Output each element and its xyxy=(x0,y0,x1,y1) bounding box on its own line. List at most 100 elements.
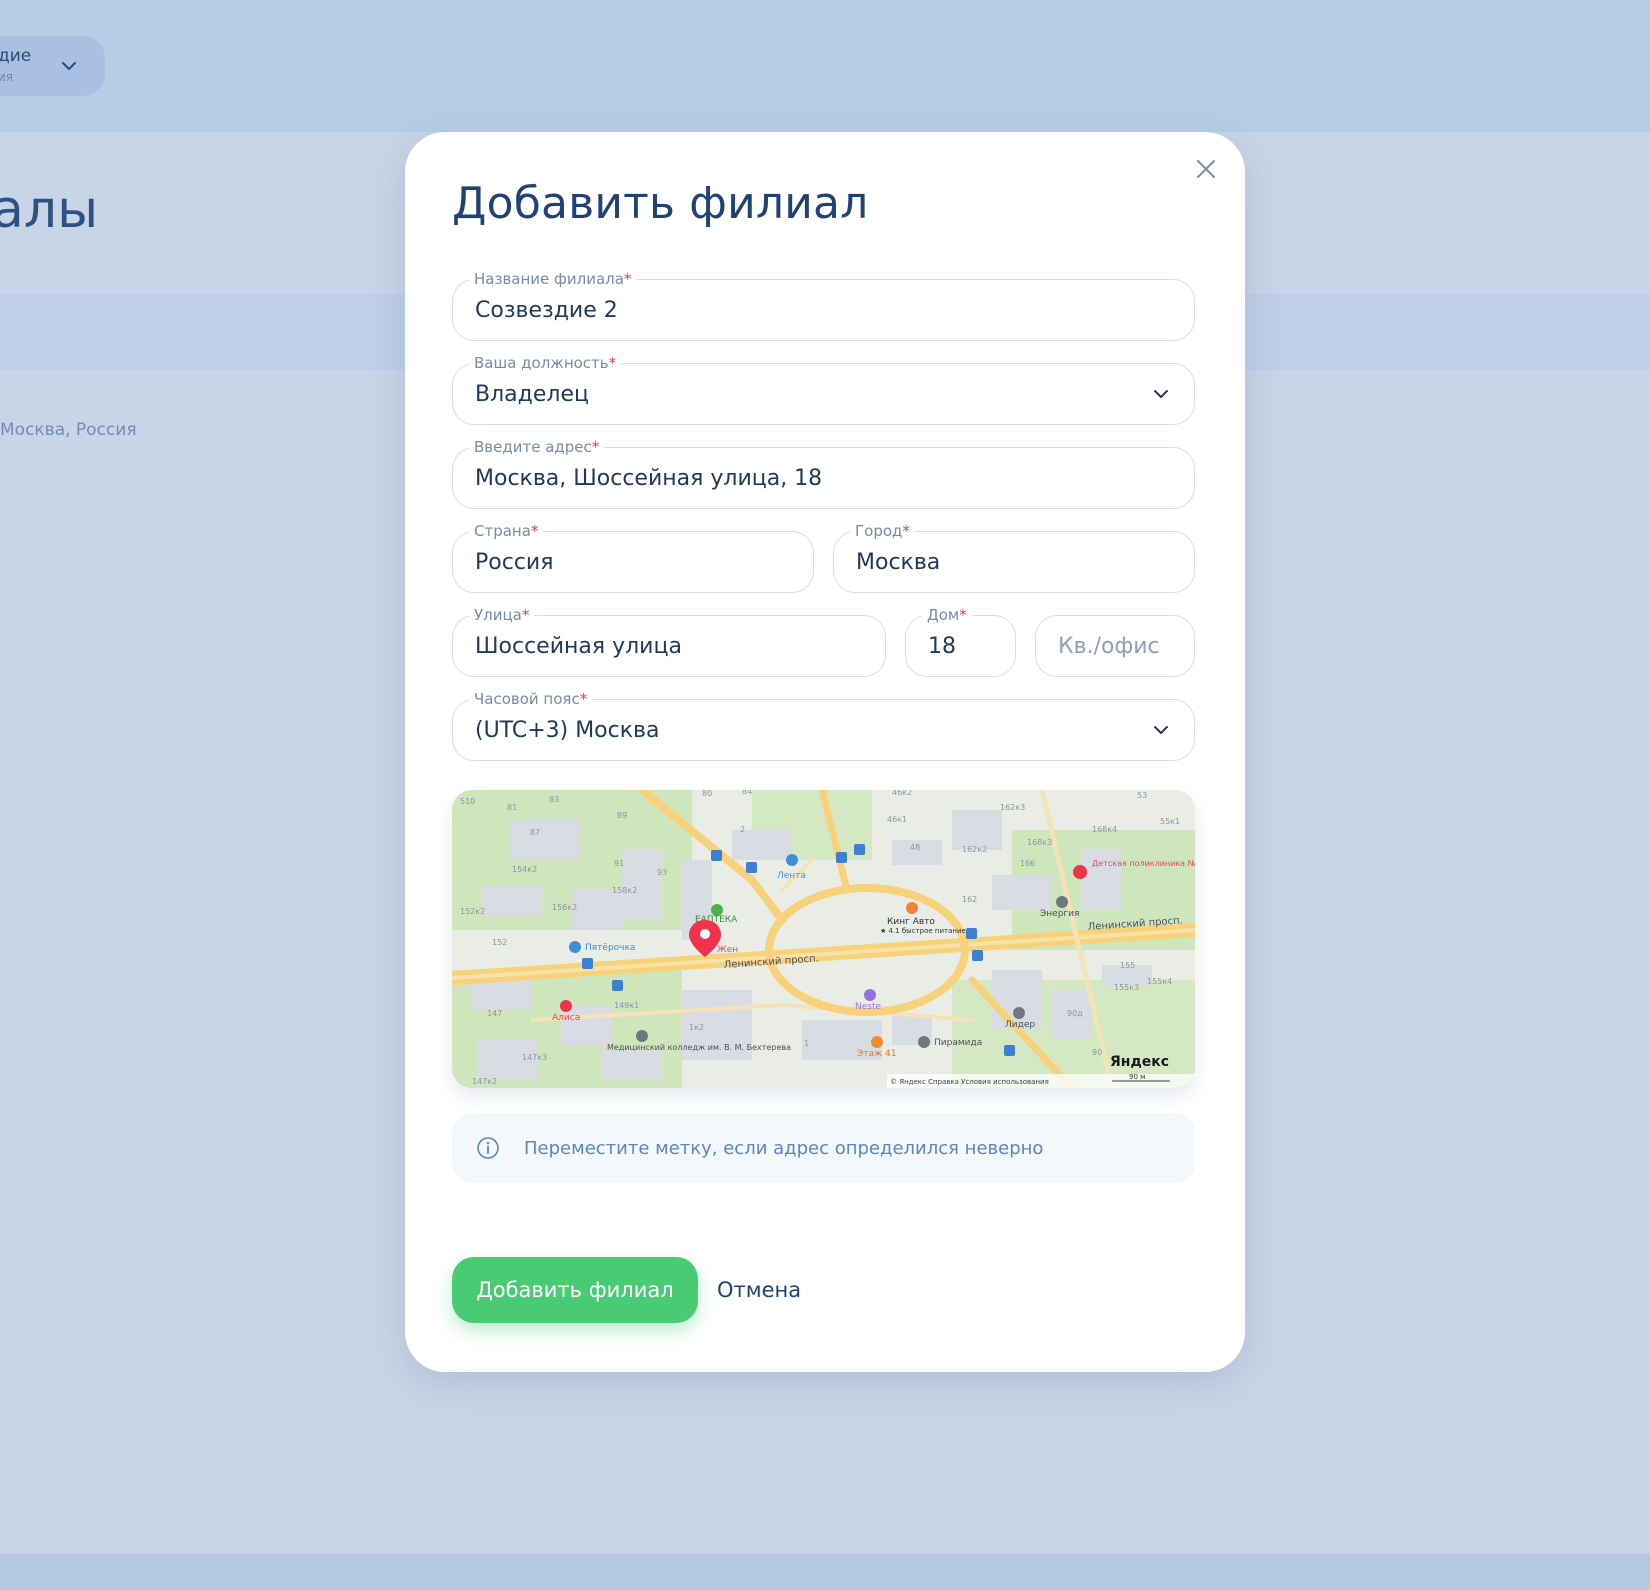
shop-icon[interactable] xyxy=(1013,1007,1025,1019)
timezone-value: (UTC+3) Москва xyxy=(475,717,660,743)
branch-name-field[interactable]: Название филиала* Созвездие 2 xyxy=(452,270,1195,341)
poi-label: Лидер xyxy=(1005,1020,1035,1030)
map-scale: 90 м xyxy=(1129,1073,1145,1081)
chevron-down-icon xyxy=(62,62,76,70)
map-footer: © Яндекс Справка Условия использования xyxy=(890,1078,1049,1086)
shop-icon[interactable] xyxy=(918,1036,930,1048)
position-value: Владелец xyxy=(475,381,589,407)
svg-text:80: 80 xyxy=(702,790,712,798)
svg-text:156к2: 156к2 xyxy=(552,903,577,912)
svg-text:147к3: 147к3 xyxy=(522,1053,547,1062)
store-icon[interactable] xyxy=(786,854,798,866)
cancel-button[interactable]: Отмена xyxy=(717,1257,801,1323)
add-branch-button[interactable]: Добавить филиал xyxy=(452,1257,698,1323)
location-map[interactable]: 510 81 83 80 84 46к2 162к3 53 87 89 55к1 46к1 16… xyxy=(452,790,1195,1088)
svg-text:147: 147 xyxy=(487,1009,502,1018)
poi-label: Лента xyxy=(777,871,806,881)
svg-text:168к4: 168к4 xyxy=(1092,825,1117,834)
svg-text:84: 84 xyxy=(742,790,752,796)
house-field[interactable]: Дом* 18 xyxy=(905,606,1016,677)
svg-text:1: 1 xyxy=(804,1039,809,1048)
branch-location: Москва, Россия xyxy=(0,420,137,440)
svg-text:46к1: 46к1 xyxy=(887,815,907,824)
page-title: алы xyxy=(0,180,99,240)
svg-text:53: 53 xyxy=(1137,791,1147,800)
info-icon xyxy=(477,1137,499,1159)
svg-text:87: 87 xyxy=(530,828,540,837)
modal-title: Добавить филиал xyxy=(452,178,869,229)
svg-text:155: 155 xyxy=(1120,961,1135,970)
house-value: 18 xyxy=(928,633,956,659)
apartment-placeholder: Кв./офис xyxy=(1058,633,1160,659)
cafe-icon[interactable] xyxy=(871,1036,883,1048)
svg-text:147к2: 147к2 xyxy=(472,1077,497,1086)
poi-label: Пятёрочка xyxy=(585,943,635,953)
svg-text:166: 166 xyxy=(1020,859,1035,868)
branch-name-value: Созвездие 2 xyxy=(475,297,618,323)
close-icon[interactable] xyxy=(1193,156,1219,182)
map-brand: Яндекс xyxy=(1110,1054,1169,1070)
svg-text:2: 2 xyxy=(740,825,745,834)
svg-text:155к3: 155к3 xyxy=(1114,983,1139,992)
country-field[interactable]: Страна* Россия xyxy=(452,522,814,593)
svg-text:152: 152 xyxy=(492,938,507,947)
organization-subtitle: ия xyxy=(0,70,14,84)
svg-text:162к3: 162к3 xyxy=(1000,803,1025,812)
svg-text:93: 93 xyxy=(657,868,667,877)
svg-text:48: 48 xyxy=(910,843,920,852)
city-field[interactable]: Город* Москва xyxy=(833,522,1195,593)
required-mark: * xyxy=(608,354,617,372)
beauty-icon[interactable] xyxy=(560,1000,572,1012)
fuel-icon[interactable] xyxy=(864,989,876,1001)
chevron-down-icon[interactable] xyxy=(1152,721,1170,739)
organization-switcher[interactable]: дие ия xyxy=(0,36,105,96)
svg-text:1к2: 1к2 xyxy=(689,1023,704,1032)
street-value: Шоссейная улица xyxy=(475,633,682,659)
map-hint: Переместите метку, если адрес определилс… xyxy=(452,1113,1195,1183)
svg-text:90д: 90д xyxy=(1067,1009,1083,1018)
position-select[interactable]: Ваша должность* Владелец xyxy=(452,354,1195,425)
poi-label: Медицинский колледж им. В. М. Бехтерева xyxy=(607,1043,791,1052)
svg-text:510: 510 xyxy=(460,797,475,806)
poi-label: Энергия xyxy=(1040,909,1079,919)
top-bar xyxy=(0,0,1650,132)
svg-text:152к2: 152к2 xyxy=(460,907,485,916)
poi-label: Этаж 41 xyxy=(857,1049,896,1059)
required-mark: * xyxy=(959,606,967,624)
svg-text:155к4: 155к4 xyxy=(1147,977,1172,986)
svg-text:162: 162 xyxy=(962,895,977,904)
shop-icon[interactable] xyxy=(1056,896,1068,908)
svg-text:154к2: 154к2 xyxy=(512,865,537,874)
svg-text:90: 90 xyxy=(1092,1048,1102,1057)
poi-label: Детская поликлиника № 35 xyxy=(1092,859,1195,868)
svg-text:55к1: 55к1 xyxy=(1160,817,1180,826)
svg-text:149к1: 149к1 xyxy=(614,1001,639,1010)
timezone-select[interactable]: Часовой пояс* (UTC+3) Москва xyxy=(452,690,1195,761)
hospital-icon[interactable] xyxy=(1073,865,1087,879)
svg-text:91: 91 xyxy=(614,859,624,868)
bottom-strip xyxy=(0,1554,1650,1590)
poi-sublabel: ★ 4.1 быстрое питание xyxy=(880,927,966,935)
address-value: Москва, Шоссейная улица, 18 xyxy=(475,465,823,491)
apartment-field[interactable]: Кв./офис xyxy=(1035,615,1195,677)
poi-label: Алиса xyxy=(552,1013,580,1023)
svg-text:83: 83 xyxy=(549,795,559,804)
svg-text:168к3: 168к3 xyxy=(1027,838,1052,847)
required-mark: * xyxy=(623,270,632,288)
school-icon[interactable] xyxy=(636,1030,648,1042)
svg-text:158к2: 158к2 xyxy=(612,886,637,895)
store-icon[interactable] xyxy=(569,941,581,953)
poi-label: Кинг Авто xyxy=(887,917,935,927)
chevron-down-icon[interactable] xyxy=(1152,385,1170,403)
svg-text:162к2: 162к2 xyxy=(962,845,987,854)
svg-text:89: 89 xyxy=(617,811,627,820)
city-value: Москва xyxy=(856,549,941,575)
street-field[interactable]: Улица* Шоссейная улица xyxy=(452,606,886,677)
restaurant-icon[interactable] xyxy=(906,902,918,914)
organization-name: дие xyxy=(0,46,32,66)
poi-label: Пирамида xyxy=(934,1038,982,1048)
poi-label: Neste xyxy=(855,1002,881,1012)
add-branch-modal: Добавить филиал Название филиала* Созвез… xyxy=(405,132,1245,1372)
hint-text: Переместите метку, если адрес определилс… xyxy=(524,1137,1044,1159)
address-field[interactable]: Введите адрес* Москва, Шоссейная улица, … xyxy=(452,438,1195,509)
